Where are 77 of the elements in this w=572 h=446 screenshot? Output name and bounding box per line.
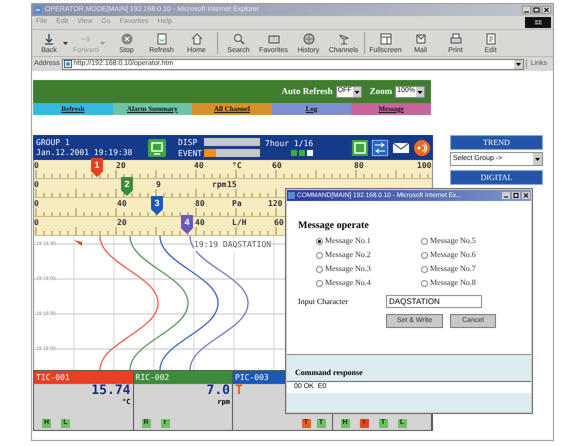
browser-icon <box>34 6 42 14</box>
radio-option[interactable]: Message No.1 <box>316 234 421 248</box>
meter-label: EVENT <box>178 148 202 158</box>
scale-label: 0 <box>34 180 39 189</box>
close-icon[interactable] <box>522 192 530 199</box>
trend-button[interactable]: TREND <box>450 135 543 150</box>
close-icon[interactable] <box>542 6 551 14</box>
screen-icon <box>148 138 166 156</box>
auto-refresh-label: Auto Refresh <box>282 84 333 98</box>
broadcast-icon[interactable] <box>414 140 430 156</box>
scale-label: 20 <box>117 218 127 227</box>
scale-label: 80 <box>354 161 364 170</box>
dropdown-caret-icon <box>416 86 424 96</box>
scale-label: 40 <box>194 161 204 170</box>
dropdown-caret-icon[interactable] <box>63 42 68 44</box>
scale-label: 40 <box>195 218 205 227</box>
scale-label: 100 <box>417 161 432 170</box>
channel-value: 7.0 <box>206 384 230 398</box>
browser-icon <box>288 192 295 199</box>
radio-option[interactable]: Message No.7 <box>421 262 521 276</box>
windows-logo-icon <box>525 17 551 28</box>
group-name: GROUP 1 <box>36 138 71 148</box>
input-field[interactable]: DAQSTATION <box>386 295 482 308</box>
channel-tag: TIC-001 <box>34 371 132 384</box>
satellite-dish-icon <box>336 32 350 46</box>
page-icon <box>64 60 72 68</box>
scale-label: Pa <box>232 199 242 208</box>
mail-icon <box>414 32 428 46</box>
message-mark: 19:19 DAQSTATION <box>194 239 272 251</box>
scale-label: 60 <box>274 218 284 227</box>
scale-label: °C <box>232 161 242 170</box>
stop-icon <box>120 32 134 46</box>
radio-option[interactable]: Message No.8 <box>421 276 521 290</box>
dropdown-caret-icon <box>533 153 542 165</box>
radio-option[interactable]: Message No.3 <box>316 262 421 276</box>
globe-icon <box>302 32 316 46</box>
scale-label: 0 <box>34 161 39 170</box>
printer-icon <box>448 32 462 46</box>
dropdown-caret-icon[interactable] <box>514 60 523 68</box>
scale-label: 15 <box>227 180 237 189</box>
maximize-icon[interactable] <box>532 6 541 14</box>
digital-button[interactable]: DIGITAL <box>450 170 543 185</box>
input-label: Input Character <box>298 296 349 308</box>
section-heading: Message operate <box>298 220 370 232</box>
radio-option[interactable]: Message No.6 <box>421 248 521 262</box>
radio-option[interactable]: Message No.2 <box>316 248 421 262</box>
pointer-icon <box>74 240 82 246</box>
minimize-icon[interactable] <box>522 6 531 14</box>
meter-label: DISP <box>178 138 198 146</box>
scale-label: 9 <box>156 180 161 189</box>
scale-label: 40 <box>117 199 127 208</box>
refresh-icon <box>154 32 168 46</box>
date-time: Jan.12.2001 19:19:38 <box>36 148 134 158</box>
arrow-down-icon <box>42 32 56 46</box>
maximize-icon[interactable] <box>512 192 520 199</box>
scale-label: 0 <box>34 199 39 208</box>
channel-value: 15.74 <box>91 384 130 398</box>
scale-label: 80 <box>195 199 205 208</box>
scale-label: 20 <box>116 161 126 170</box>
time-span-label: 7hour 1/16 <box>265 139 314 149</box>
radio-option[interactable]: Message No.4 <box>316 276 421 290</box>
minimize-icon[interactable] <box>502 192 510 199</box>
channel-value: T <box>235 384 243 398</box>
scale-label: 60 <box>272 161 282 170</box>
scale-label: 120 <box>268 199 282 208</box>
arrows-icon[interactable] <box>372 140 388 156</box>
scale-label: 0 <box>34 218 39 227</box>
search-icon <box>232 32 246 46</box>
scale-label: L/H <box>232 218 246 227</box>
window-icon <box>378 32 392 46</box>
document-icon <box>484 32 498 46</box>
scale-label: rpm <box>212 180 226 189</box>
dropdown-caret-icon <box>352 86 361 96</box>
radio-option[interactable]: Message No.5 <box>421 234 521 248</box>
home-icon <box>190 32 204 46</box>
channel-tag: RIC-002 <box>134 371 232 384</box>
zoom-label: Zoom <box>370 84 392 98</box>
